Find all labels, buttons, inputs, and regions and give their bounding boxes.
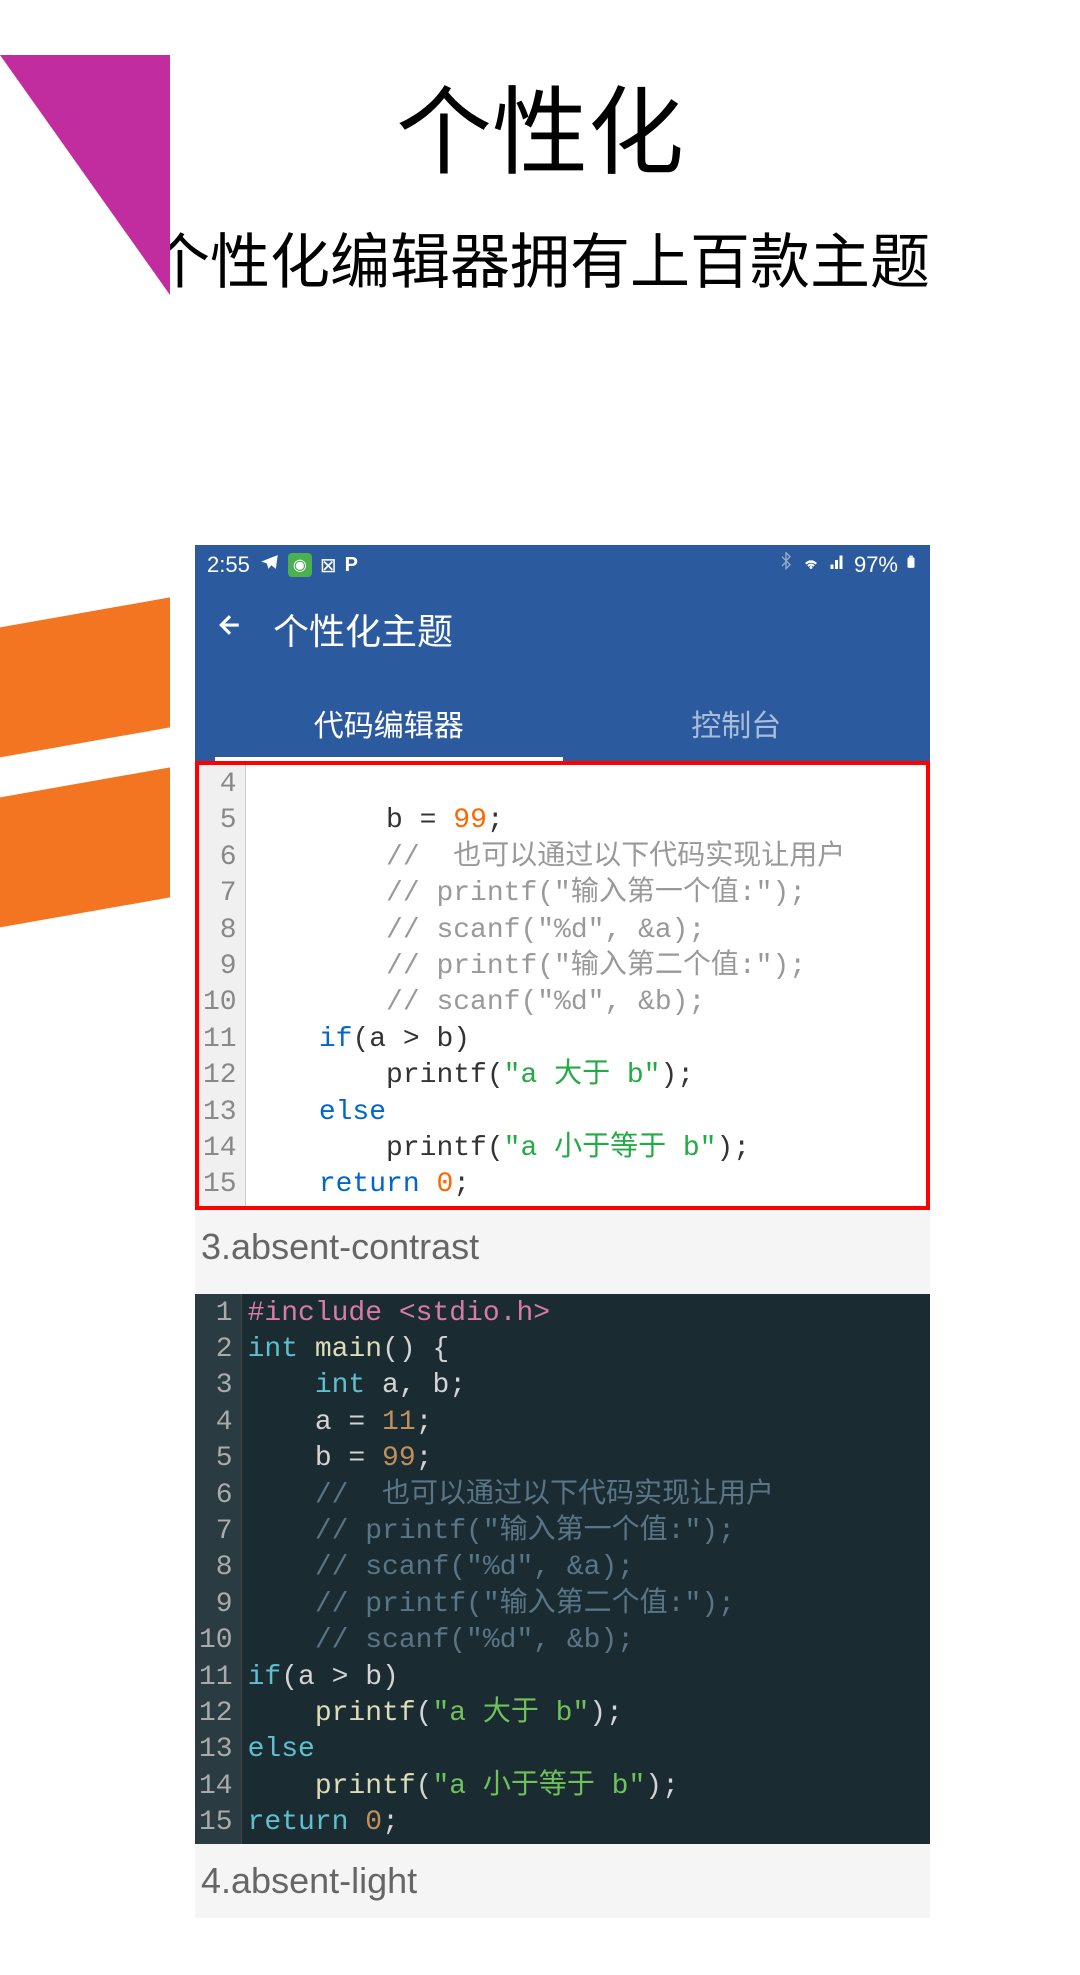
battery-percent: 97%: [854, 552, 898, 578]
decorative-bar-1: [0, 597, 170, 762]
theme-label-3: 3.absent-contrast: [195, 1210, 930, 1284]
status-bar: 2:55 ◉ ⊠ P 97%: [195, 545, 930, 585]
header-title: 个性化主题: [273, 603, 453, 655]
notification-icon: ⊠: [320, 553, 337, 578]
app-icon: ◉: [288, 553, 312, 577]
decorative-triangle: [0, 55, 170, 295]
code-content-light: b = 99; // 也可以通过以下代码实现让用户 // printf("输入第…: [246, 765, 846, 1206]
p-icon: P: [345, 554, 358, 577]
app-header: 个性化主题 代码编辑器 控制台: [195, 585, 930, 761]
decorative-bar-2: [0, 767, 170, 932]
telegram-icon: [258, 551, 280, 579]
status-time: 2:55: [207, 552, 250, 578]
back-button[interactable]: [215, 610, 245, 648]
code-preview-dark: 123456789101112131415 #include <stdio.h>…: [195, 1294, 930, 1844]
battery-icon: [904, 551, 918, 579]
tab-console[interactable]: 控制台: [563, 685, 911, 761]
tabs: 代码编辑器 控制台: [215, 685, 910, 761]
tab-code-editor[interactable]: 代码编辑器: [215, 685, 563, 761]
code-content-dark: #include <stdio.h>int main() { int a, b;…: [242, 1294, 774, 1844]
code-preview-light: 456789101112131415 b = 99; // 也可以通过以下代码实…: [195, 761, 930, 1210]
line-numbers-light: 456789101112131415: [199, 765, 246, 1206]
app-screenshot: 2:55 ◉ ⊠ P 97%: [195, 545, 930, 1918]
signal-icon: [828, 552, 848, 578]
theme-label-4: 4.absent-light: [195, 1844, 930, 1918]
wifi-icon: [800, 552, 822, 578]
line-numbers-dark: 123456789101112131415: [195, 1294, 242, 1844]
bluetooth-icon: [778, 552, 794, 578]
